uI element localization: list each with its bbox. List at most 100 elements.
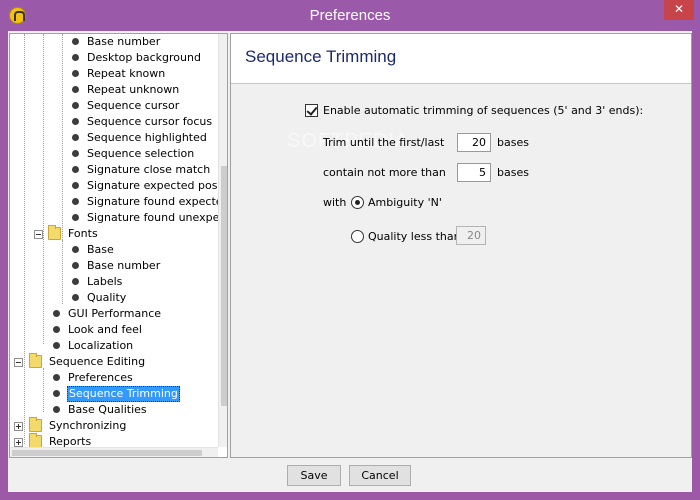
quality-radio[interactable] — [351, 230, 364, 243]
collapse-icon[interactable] — [34, 230, 43, 239]
bullet-icon — [53, 390, 60, 397]
window-title: Preferences — [309, 7, 391, 24]
tree-item-label: Synchronizing — [49, 419, 127, 432]
tree-horizontal-scrollbar[interactable] — [10, 447, 218, 457]
tree-item-label: GUI Performance — [68, 307, 162, 320]
tree-item[interactable]: Sequence highlighted — [10, 130, 218, 146]
bullet-icon — [72, 198, 79, 205]
scrollbar-thumb[interactable] — [12, 450, 202, 456]
tree-item-label: Base — [87, 243, 114, 256]
expand-icon[interactable] — [14, 438, 23, 447]
bullet-icon — [72, 134, 79, 141]
tree-item-label: Signature expected position — [87, 179, 228, 192]
bullet-icon — [72, 118, 79, 125]
enable-trimming-checkbox[interactable] — [305, 104, 318, 117]
folder-open-icon — [48, 225, 61, 240]
tree-item-label: Localization — [68, 339, 134, 352]
tree-item[interactable]: Signature found expected — [10, 194, 227, 210]
tree-item-label: Repeat known — [87, 67, 166, 80]
tree-item[interactable]: Quality — [10, 290, 218, 306]
title-bar: Preferences ✕ — [0, 0, 700, 31]
tree-item[interactable]: Base number — [10, 258, 218, 274]
expand-icon[interactable] — [14, 422, 23, 431]
trim-bases-input[interactable]: 20 — [457, 133, 491, 152]
tree-item[interactable]: Repeat known — [10, 66, 218, 82]
contain-bases-input[interactable]: 5 — [457, 163, 491, 182]
tree-item-label: Sequence cursor — [87, 99, 180, 112]
tree-item[interactable]: Base number — [10, 34, 218, 50]
tree-item-label: Base Qualities — [68, 403, 147, 416]
enable-trimming-label: Enable automatic trimming of sequences (… — [323, 104, 644, 117]
tree-item[interactable]: Sequence selection — [10, 146, 218, 162]
tree-item-label: Look and feel — [68, 323, 142, 336]
tree-vertical-scrollbar[interactable] — [218, 34, 227, 447]
settings-panel: Sequence Trimming SOFTPEDIA Enable autom… — [230, 33, 692, 458]
bullet-icon — [53, 374, 60, 381]
tree-folder-fonts[interactable]: Fonts — [10, 225, 218, 242]
cancel-button[interactable]: Cancel — [349, 465, 411, 486]
contain-unit-label: bases — [497, 166, 529, 179]
bullet-icon — [72, 102, 79, 109]
tree-item-selected[interactable]: Sequence Trimming — [10, 386, 218, 402]
bullet-icon — [72, 54, 79, 61]
tree-folder-sequence-editing[interactable]: Sequence Editing — [10, 353, 218, 370]
tree-item[interactable]: Labels — [10, 274, 218, 290]
tree-item-label: Labels — [87, 275, 123, 288]
page-title: Sequence Trimming — [245, 47, 397, 66]
bullet-icon — [72, 294, 79, 301]
bullet-icon — [72, 38, 79, 45]
folder-open-icon — [29, 353, 42, 368]
bullet-icon — [72, 214, 79, 221]
bullet-icon — [72, 182, 79, 189]
ambiguity-radio[interactable] — [351, 196, 364, 209]
tree-item-label: Base number — [87, 35, 161, 48]
tree-item-label: Signature close match — [87, 163, 211, 176]
tree-item[interactable]: Sequence cursor focus — [10, 114, 218, 130]
bullet-icon — [53, 342, 60, 349]
scrollbar-thumb[interactable] — [221, 166, 227, 406]
tree-item[interactable]: Base — [10, 242, 218, 258]
tree-item-label: Signature found expected — [87, 195, 228, 208]
bullet-icon — [72, 150, 79, 157]
tree-item-label: Signature found unexpected — [87, 211, 228, 224]
tree-item-label: Sequence cursor focus — [87, 115, 213, 128]
bullet-icon — [53, 406, 60, 413]
tree-item[interactable]: Preferences — [10, 370, 218, 386]
tree-item[interactable]: Base Qualities — [10, 402, 218, 418]
save-button[interactable]: Save — [287, 465, 341, 486]
tree-item-label: Fonts — [68, 227, 98, 240]
tree-item-label: Preferences — [68, 371, 133, 384]
bullet-icon — [72, 70, 79, 77]
tree-item-label: Sequence Trimming — [67, 386, 180, 402]
close-button[interactable]: ✕ — [664, 0, 694, 20]
tree-item[interactable]: Desktop background — [10, 50, 218, 66]
tree-item[interactable]: Localization — [10, 338, 218, 354]
bullet-icon — [72, 166, 79, 173]
tree-item[interactable]: Signature close match — [10, 162, 218, 178]
tree-item[interactable]: Signature expected position — [10, 178, 227, 194]
with-label: with — [323, 196, 347, 209]
bullet-icon — [72, 86, 79, 93]
tree-item-label: Sequence highlighted — [87, 131, 207, 144]
tree-item-label: Sequence selection — [87, 147, 195, 160]
tree-item-label: Base number — [87, 259, 161, 272]
tree-item[interactable]: Repeat unknown — [10, 82, 218, 98]
panel-header: Sequence Trimming — [231, 34, 691, 84]
tree-item-label: Sequence Editing — [49, 355, 146, 368]
tree-item[interactable]: Sequence cursor — [10, 98, 218, 114]
trim-label: Trim until the first/last — [323, 136, 445, 149]
preferences-tree: Base number Desktop background Repeat kn… — [9, 33, 228, 458]
bullet-icon — [53, 310, 60, 317]
folder-icon — [29, 417, 42, 432]
tree-item[interactable]: GUI Performance — [10, 306, 218, 322]
tree-item[interactable]: Signature found unexpected — [10, 210, 227, 226]
bullet-icon — [72, 262, 79, 269]
collapse-icon[interactable] — [14, 358, 23, 367]
quality-threshold-input[interactable]: 20 — [456, 226, 486, 245]
dialog-body: Base number Desktop background Repeat kn… — [8, 31, 692, 492]
tree-item[interactable]: Look and feel — [10, 322, 218, 338]
tree-item-label: Desktop background — [87, 51, 201, 64]
tree-folder-synchronizing[interactable]: Synchronizing — [10, 417, 218, 434]
tree-item-label: Repeat unknown — [87, 83, 180, 96]
contain-label: contain not more than — [323, 166, 446, 179]
